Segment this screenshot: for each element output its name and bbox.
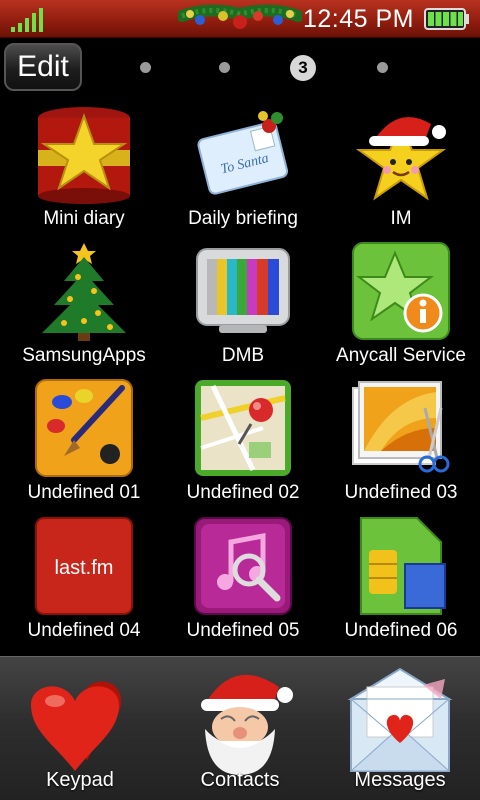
dock-contacts[interactable]: Contacts [160, 657, 320, 800]
page-indicator-4[interactable] [377, 62, 388, 73]
app-undefined-04[interactable]: last.fm Undefined 04 [5, 516, 163, 646]
app-anycall-service[interactable]: Anycall Service [322, 241, 480, 371]
battery-full-icon [424, 8, 469, 30]
status-bar: 12:45 PM [0, 0, 480, 38]
app-label: Undefined 01 [27, 482, 141, 503]
app-label: Daily briefing [188, 208, 298, 229]
lastfm-logo-text: last.fm [55, 557, 114, 579]
app-undefined-06[interactable]: Undefined 06 [322, 516, 480, 646]
app-im[interactable]: IM [322, 104, 480, 234]
app-label: Undefined 02 [186, 482, 300, 503]
dock-label: Messages [354, 769, 446, 791]
app-undefined-03[interactable]: Undefined 03 [322, 378, 480, 508]
photo-scissors-icon [352, 381, 450, 473]
app-label: SamsungApps [22, 345, 146, 366]
hearts-keypad-icon [31, 681, 121, 771]
dock-keypad[interactable]: Keypad [0, 657, 160, 800]
signal-strength-icon [11, 8, 43, 32]
edit-button[interactable]: Edit [4, 43, 82, 91]
star-info-icon [352, 242, 450, 340]
page-indicator-current[interactable]: 3 [290, 55, 316, 81]
app-label: Undefined 06 [344, 620, 458, 641]
paint-palette-icon [35, 379, 133, 477]
santa-letter-icon: To Santa [197, 111, 289, 195]
status-clock: 12:45 PM [302, 5, 414, 33]
dock-label: Contacts [200, 769, 280, 791]
christmas-garland-icon [178, 4, 302, 29]
app-dmb[interactable]: DMB [164, 241, 322, 371]
app-undefined-05[interactable]: Undefined 05 [164, 516, 322, 646]
page-indicator-1[interactable] [140, 62, 151, 73]
christmas-tree-icon [42, 243, 126, 341]
sim-card-icon [360, 517, 446, 615]
app-undefined-01[interactable]: Undefined 01 [5, 378, 163, 508]
app-label: Undefined 03 [344, 482, 458, 503]
app-mini-diary[interactable]: Mini diary [5, 104, 163, 234]
app-label: Undefined 05 [186, 620, 300, 641]
envelope-heart-icon [347, 667, 453, 772]
tv-color-bars-icon [196, 248, 290, 333]
dock: Keypad Contacts Messages [0, 656, 480, 800]
app-daily-briefing[interactable]: To Santa Daily briefing [164, 104, 322, 234]
app-samsungapps[interactable]: SamsungApps [5, 241, 163, 371]
dock-label: Keypad [46, 769, 114, 791]
lastfm-icon: last.fm [35, 517, 133, 615]
app-undefined-02[interactable]: Undefined 02 [164, 378, 322, 508]
dock-messages[interactable]: Messages [320, 657, 480, 800]
map-pin-icon [195, 380, 291, 476]
star-santa-hat-icon [355, 117, 447, 201]
santa-face-icon [201, 674, 293, 775]
app-label: Mini diary [43, 208, 125, 229]
app-label: IM [390, 208, 412, 229]
page-indicator-2[interactable] [219, 62, 230, 73]
gift-box-star-icon [38, 107, 130, 204]
app-label: Anycall Service [336, 345, 466, 366]
app-label: Undefined 04 [27, 620, 141, 641]
app-label: DMB [221, 345, 265, 366]
music-search-icon [194, 517, 292, 615]
